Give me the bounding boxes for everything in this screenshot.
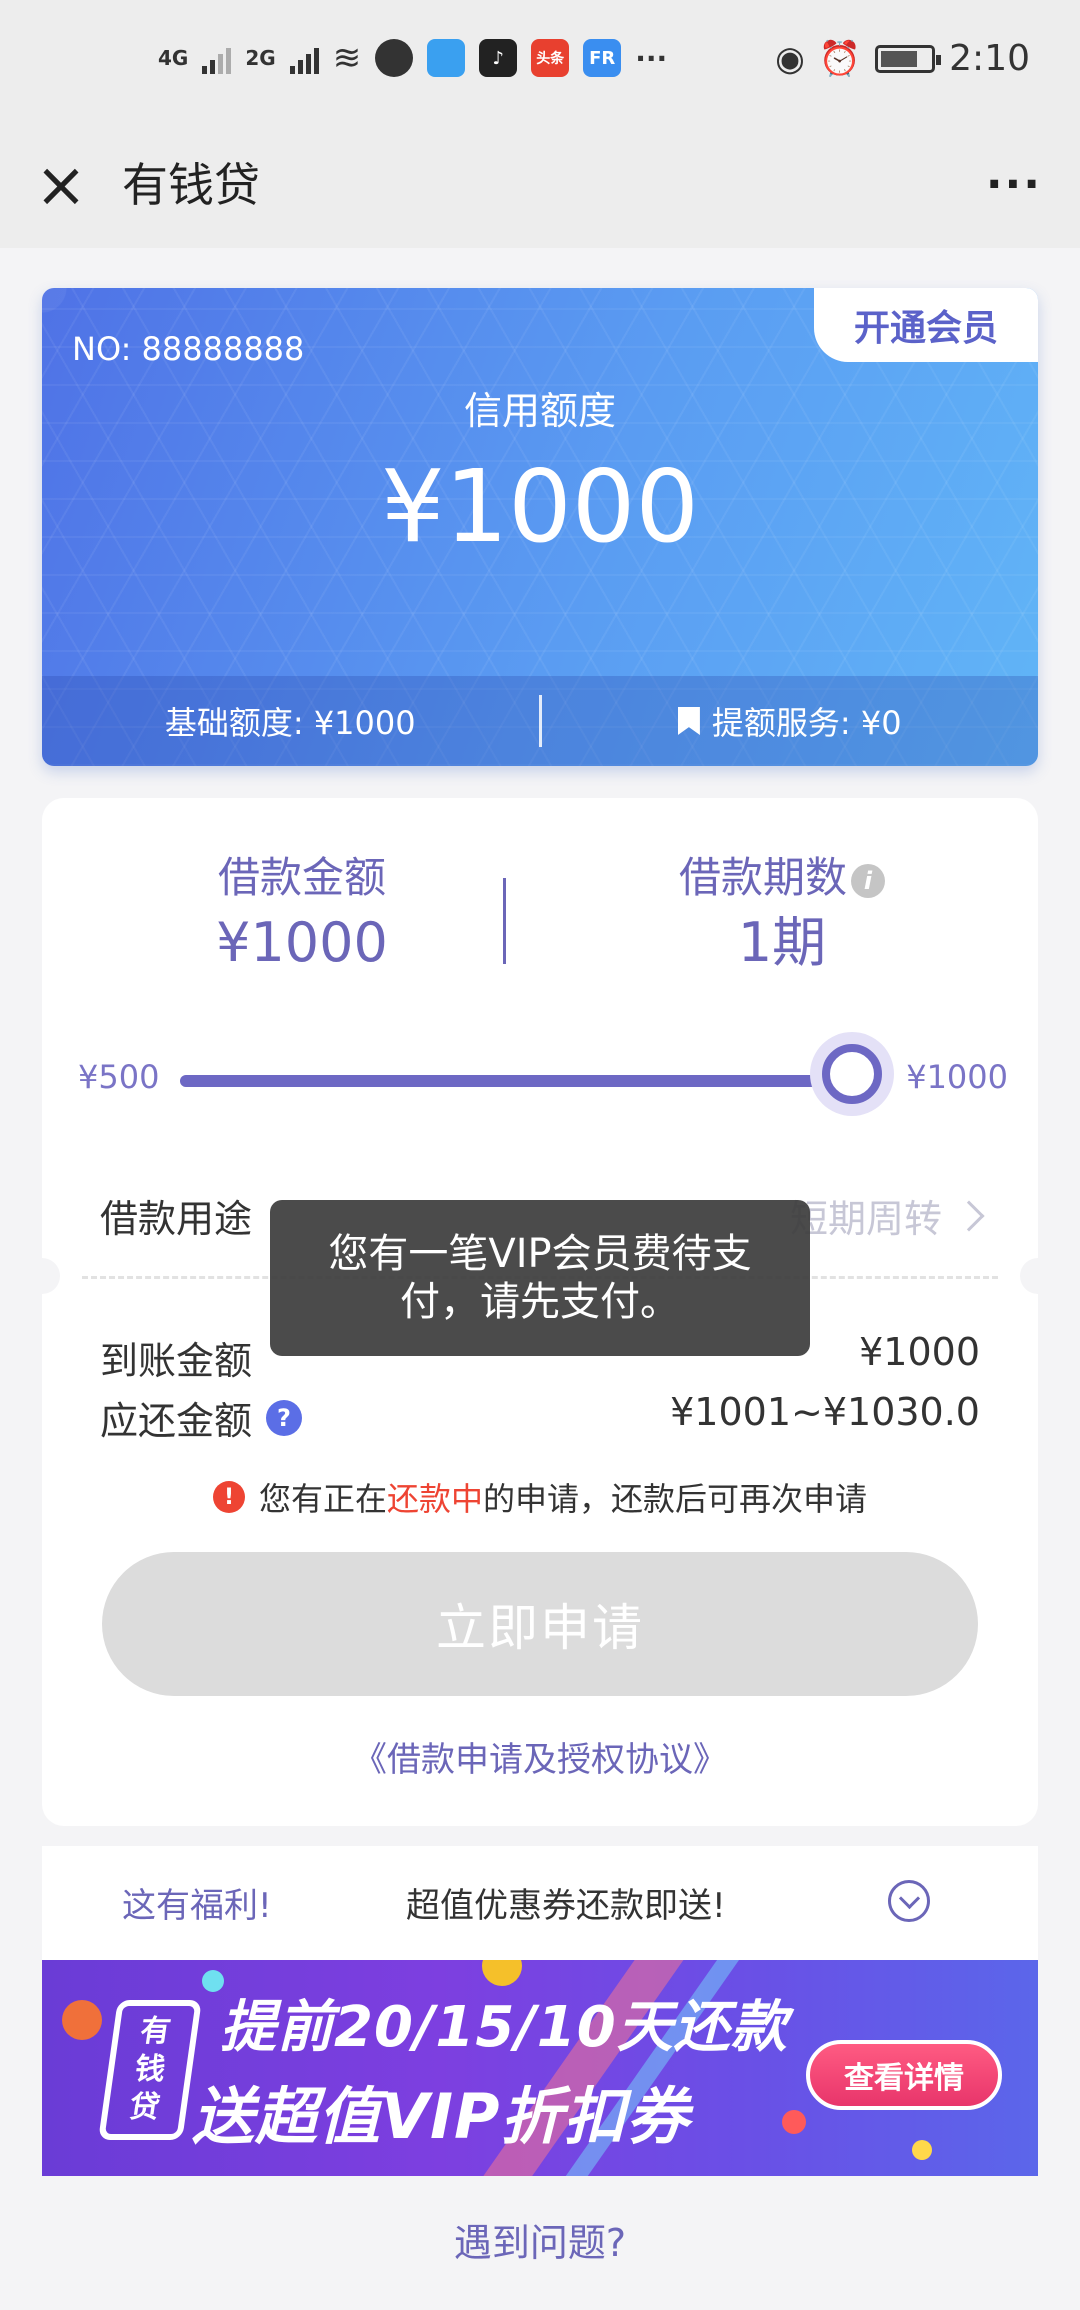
ticket-notch-right: [1020, 1258, 1056, 1294]
slider-max-label: ¥1000: [906, 1058, 1008, 1096]
loan-term-label: 借款期数 i: [582, 848, 982, 908]
repay-label-wrap: 应还金额?: [100, 1390, 303, 1445]
chevron-down-icon[interactable]: [888, 1880, 930, 1922]
nav-bar: × 有钱贷 ···: [0, 124, 1080, 248]
page-title: 有钱贷: [122, 158, 260, 212]
network-2g-label: 2G: [245, 46, 276, 70]
bookmark-icon: [677, 707, 700, 735]
brand-logo: 有 钱 贷: [98, 2000, 202, 2140]
clock-time: 2:10: [949, 38, 1030, 79]
repay-row: 应还金额? ¥1001~¥1030.0: [100, 1390, 980, 1450]
apply-now-button[interactable]: 立即申请: [102, 1552, 978, 1696]
repay-label: 应还金额: [100, 1399, 253, 1443]
credit-card: NO: 88888888 开通会员 信用额度 ¥1000 基础额度: ¥1000…: [42, 288, 1038, 766]
chevron-right-icon: [953, 1199, 985, 1232]
notice-suffix: 的申请，还款后可再次申请: [483, 1480, 868, 1518]
base-quota-text: 基础额度: ¥1000: [164, 704, 416, 742]
loan-amount-value: ¥1000: [216, 911, 388, 974]
loan-term[interactable]: 借款期数 i 1期: [582, 848, 982, 978]
arrival-label: 到账金额: [100, 1339, 253, 1383]
loan-amount: 借款金额 ¥1000: [102, 848, 502, 978]
loan-amount-label: 借款金额: [217, 853, 386, 902]
logo-char-1: 有: [137, 2014, 173, 2049]
status-right: ◉ ⏰ 2:10: [775, 38, 1030, 79]
tiktok-icon: ♪: [479, 39, 518, 77]
app-icon-fr: FR: [583, 39, 622, 77]
amount-slider-fill: [180, 1075, 852, 1087]
card-footer: 基础额度: ¥1000 提额服务: ¥0: [42, 676, 1038, 766]
agreement-link[interactable]: 《借款申请及授权协议》: [42, 1732, 1038, 1781]
toutiao-icon: 头条: [531, 39, 570, 77]
repay-value: ¥1001~¥1030.0: [670, 1390, 980, 1434]
help-icon[interactable]: ?: [266, 1399, 303, 1436]
help-link[interactable]: 遇到问题?: [0, 2212, 1080, 2267]
banner-headline-2: 送超值VIP折扣券: [192, 2080, 690, 2153]
toast-message: 您有一笔VIP会员费待支付，请先支付。: [270, 1200, 810, 1356]
benefit-bar[interactable]: 这有福利! 超值优惠券还款即送!: [42, 1846, 1038, 1960]
decor-ball-red: [782, 2110, 806, 2134]
decor-ball-orange: [62, 2000, 102, 2040]
notice-text: 您有正在还款中的申请，还款后可再次申请: [259, 1474, 867, 1520]
message-bubble-icon: [375, 39, 414, 77]
eye-icon: ◉: [775, 38, 805, 79]
logo-char-2: 钱: [132, 2052, 168, 2087]
credit-limit-amount: ¥1000: [380, 448, 700, 565]
loan-term-label-text: 借款期数: [678, 853, 847, 902]
raise-service-text: 提额服务: ¥0: [711, 704, 902, 742]
wifi-icon: ≋: [332, 38, 362, 78]
benefit-text: 超值优惠券还款即送!: [406, 1886, 726, 1926]
amount-slider-track[interactable]: [180, 1075, 852, 1087]
signal-2-icon: [289, 42, 319, 74]
repaying-notice: ! 您有正在还款中的申请，还款后可再次申请: [42, 1474, 1038, 1520]
close-icon[interactable]: ×: [35, 150, 87, 220]
promo-banner[interactable]: 有 钱 贷 提前20/15/10天还款 送超值VIP折扣券 查看详情: [42, 1960, 1038, 2176]
banner-headline-1: 提前20/15/10天还款: [220, 1995, 788, 2060]
network-4g-label: 4G: [158, 46, 189, 70]
loan-purpose-label: 借款用途: [100, 1197, 253, 1241]
arrival-value: ¥1000: [859, 1330, 980, 1374]
logo-char-3: 贷: [127, 2090, 163, 2125]
slider-min-label: ¥500: [78, 1058, 160, 1096]
more-notifications-icon: ···: [635, 41, 668, 75]
loan-term-value: 1期: [737, 911, 827, 974]
app-icon-blue: [427, 39, 466, 77]
credit-limit-label: 信用额度: [463, 389, 616, 433]
card-number: NO: 88888888: [72, 330, 305, 368]
notice-highlight: 还款中: [386, 1480, 483, 1518]
warning-icon: !: [212, 1481, 245, 1513]
loan-purpose-value: 短期周转: [789, 1197, 942, 1241]
benefit-label: 这有福利!: [122, 1886, 272, 1926]
view-details-button[interactable]: 查看详情: [806, 2040, 1002, 2110]
notice-prefix: 您有正在: [258, 1480, 387, 1518]
amount-slider-thumb[interactable]: [810, 1032, 894, 1116]
open-vip-button[interactable]: 开通会员: [814, 288, 1038, 362]
loan-divider: [503, 878, 506, 964]
loan-purpose-value-wrap: 短期周转: [789, 1188, 985, 1243]
decor-ball-yellow-2: [912, 2140, 932, 2160]
more-menu-icon[interactable]: ···: [986, 148, 1042, 222]
signal-1-icon: [202, 42, 232, 74]
ticket-notch-left: [24, 1258, 60, 1294]
status-bar: 4G 2G ≋ ♪ 头条 FR ··· ◉ ⏰ 2:10: [0, 0, 1080, 124]
info-icon[interactable]: i: [851, 863, 885, 898]
alarm-icon: ⏰: [818, 38, 862, 79]
raise-service[interactable]: 提额服务: ¥0: [542, 698, 1039, 744]
battery-icon: [875, 44, 942, 73]
base-quota: 基础额度: ¥1000: [42, 698, 539, 744]
status-left: 4G 2G ≋ ♪ 头条 FR ···: [158, 38, 667, 78]
